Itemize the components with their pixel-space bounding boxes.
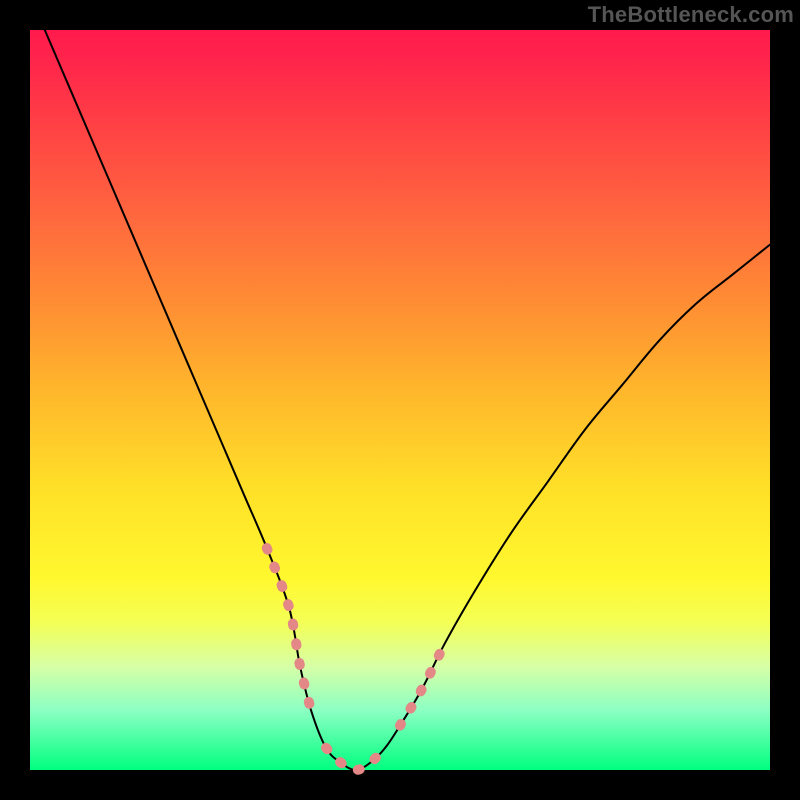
chart-stage: TheBottleneck.com xyxy=(0,0,800,800)
highlight-segment-0 xyxy=(267,548,311,711)
watermark-text: TheBottleneck.com xyxy=(588,2,794,28)
plot-area xyxy=(30,30,770,770)
curve-svg xyxy=(30,30,770,770)
bottleneck-curve xyxy=(45,30,770,770)
